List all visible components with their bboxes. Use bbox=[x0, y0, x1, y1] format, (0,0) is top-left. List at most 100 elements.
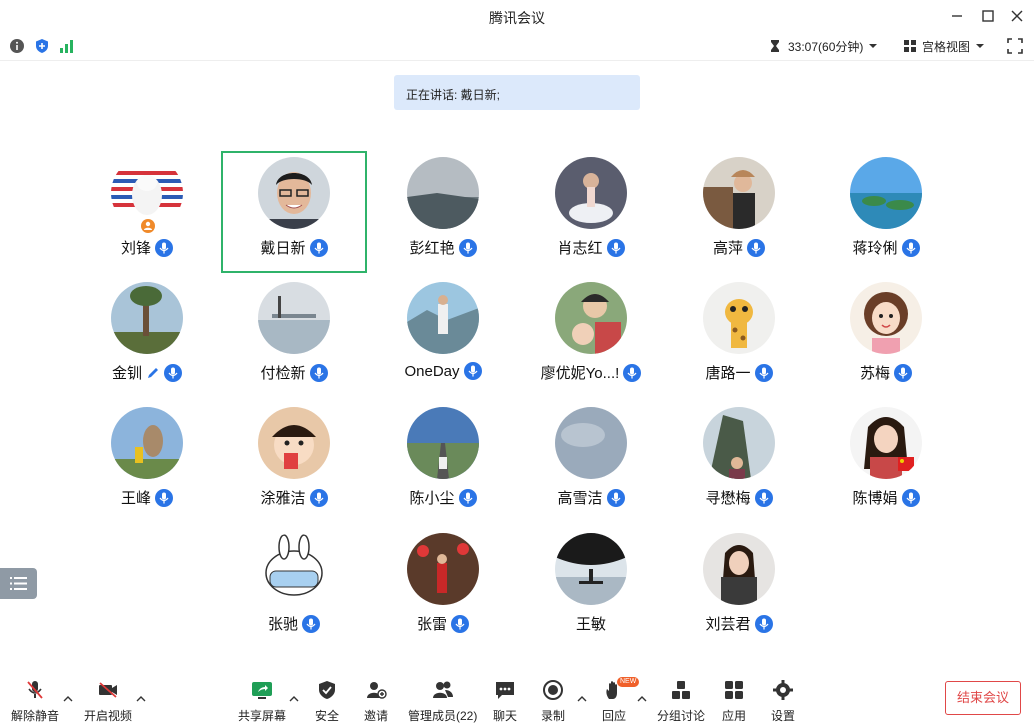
avatar bbox=[850, 282, 922, 354]
participant-tile[interactable]: 陈小尘 bbox=[370, 402, 516, 524]
chevron-up-icon[interactable] bbox=[136, 695, 146, 703]
participant-name: 张驰 bbox=[267, 616, 298, 633]
participant-tile[interactable]: 高雪洁 bbox=[518, 402, 664, 524]
participant-tile[interactable]: 付检新 bbox=[221, 277, 367, 399]
participant-tile[interactable]: 廖优妮Yo...! bbox=[518, 277, 664, 399]
participant-name: 廖优妮Yo...! bbox=[540, 365, 620, 382]
info-icon[interactable] bbox=[9, 38, 25, 54]
apps-label: 应用 bbox=[722, 709, 747, 723]
fullscreen-icon[interactable] bbox=[1007, 38, 1023, 54]
mic-muted-icon bbox=[155, 238, 173, 257]
participant-tile[interactable]: 涂雅洁 bbox=[221, 402, 367, 524]
chevron-up-icon[interactable] bbox=[637, 695, 647, 703]
record-button[interactable]: 录制 bbox=[541, 679, 565, 724]
invite-button[interactable]: 邀请 bbox=[364, 679, 388, 724]
avatar bbox=[703, 282, 775, 354]
minimize-icon[interactable] bbox=[947, 6, 967, 26]
bottom-toolbar: 解除静音 开启视频 共享屏幕 安全 邀请 管理成员(22) 聊天 录制 回应 分… bbox=[0, 671, 1034, 728]
participant-tile[interactable]: 刘芸君 bbox=[666, 528, 812, 650]
hourglass-icon bbox=[771, 40, 779, 52]
shield-icon[interactable] bbox=[34, 38, 50, 54]
breakout-icon bbox=[672, 681, 690, 699]
chevron-up-icon[interactable] bbox=[577, 695, 587, 703]
manage-members-label: 管理成员(22) bbox=[408, 709, 478, 723]
chevron-up-icon[interactable] bbox=[289, 695, 299, 703]
window-title: 腾讯会议 bbox=[489, 10, 545, 26]
mic-muted-icon bbox=[606, 238, 625, 257]
record-label: 录制 bbox=[541, 709, 566, 723]
chevron-down-icon bbox=[976, 44, 985, 48]
participant-tile[interactable]: 苏梅 bbox=[813, 277, 959, 399]
chat-button[interactable]: 聊天 bbox=[493, 679, 517, 724]
participant-tile[interactable]: 唐路一 bbox=[666, 277, 812, 399]
participant-name: 金钏 bbox=[111, 365, 142, 382]
avatar bbox=[850, 157, 922, 229]
participant-tile[interactable]: 肖志红 bbox=[518, 152, 664, 274]
avatar bbox=[258, 533, 330, 605]
participant-tile[interactable]: 蒋玲俐 bbox=[813, 152, 959, 274]
maximize-icon[interactable] bbox=[978, 6, 998, 26]
mic-muted-icon bbox=[155, 488, 173, 507]
participant-tile[interactable]: 陈博娟 bbox=[813, 402, 959, 524]
member-list-toggle[interactable] bbox=[0, 568, 37, 599]
view-mode-selector[interactable]: 宫格视图 bbox=[903, 37, 985, 55]
mic-muted-icon bbox=[458, 238, 477, 257]
participant-tile[interactable]: 金钏 bbox=[74, 277, 220, 399]
avatar bbox=[555, 407, 627, 479]
chat-icon bbox=[496, 682, 514, 699]
mic-muted-icon bbox=[747, 238, 765, 257]
chat-label: 聊天 bbox=[493, 709, 518, 723]
manage-members-button[interactable]: 管理成员(22) bbox=[408, 679, 477, 724]
avatar bbox=[703, 157, 775, 229]
participant-tile[interactable]: 刘锋 bbox=[74, 152, 220, 274]
new-badge: NEW bbox=[617, 677, 640, 687]
mic-muted-icon bbox=[894, 363, 912, 382]
title-bar: 腾讯会议 bbox=[0, 0, 1034, 32]
participant-name: 寻懋梅 bbox=[705, 490, 751, 507]
view-mode-label: 宫格视图 bbox=[922, 39, 971, 54]
chevron-up-icon[interactable] bbox=[63, 695, 73, 703]
mic-muted-icon bbox=[451, 614, 469, 633]
meeting-timer[interactable]: 33:07(60分钟) bbox=[768, 37, 878, 55]
mic-speaking-icon bbox=[309, 238, 328, 257]
participant-name: 张雷 bbox=[416, 616, 447, 633]
security-label: 安全 bbox=[315, 709, 340, 723]
avatar bbox=[258, 157, 330, 229]
participant-tile-active-speaker[interactable]: 戴日新 bbox=[221, 151, 367, 273]
participant-name: 王峰 bbox=[120, 490, 151, 507]
participant-tile[interactable]: 王敏 bbox=[518, 528, 664, 650]
end-meeting-button[interactable]: 结束会议 bbox=[945, 681, 1021, 715]
participant-tile[interactable]: OneDay bbox=[370, 277, 516, 399]
participant-name: 陈博娟 bbox=[852, 490, 898, 507]
participant-tile[interactable]: 彭红艳 bbox=[370, 152, 516, 274]
share-screen-button[interactable]: 共享屏幕 bbox=[238, 679, 286, 724]
apps-button[interactable]: 应用 bbox=[722, 679, 746, 724]
avatar bbox=[111, 407, 183, 479]
participant-tile[interactable]: 张雷 bbox=[370, 528, 516, 650]
start-video-label: 开启视频 bbox=[84, 709, 133, 723]
unmute-button[interactable]: 解除静音 bbox=[11, 679, 59, 724]
participant-tile[interactable]: 寻懋梅 bbox=[666, 402, 812, 524]
signal-icon[interactable] bbox=[59, 38, 75, 54]
participant-name: 高雪洁 bbox=[557, 490, 603, 507]
mic-muted-icon bbox=[754, 614, 773, 633]
participant-name: 苏梅 bbox=[859, 365, 890, 382]
chevron-down-icon bbox=[869, 44, 878, 48]
start-video-button[interactable]: 开启视频 bbox=[84, 679, 132, 724]
security-button[interactable]: 安全 bbox=[315, 679, 339, 724]
avatar bbox=[555, 533, 627, 605]
participant-tile[interactable]: 王峰 bbox=[74, 402, 220, 524]
participant-tile[interactable]: 张驰 bbox=[221, 528, 367, 650]
settings-button[interactable]: 设置 bbox=[771, 679, 795, 724]
share-screen-icon bbox=[252, 682, 272, 699]
mic-muted-icon bbox=[901, 488, 920, 507]
participant-name: 唐路一 bbox=[705, 365, 751, 382]
close-icon[interactable] bbox=[1007, 6, 1027, 26]
participant-name: 彭红艳 bbox=[409, 240, 455, 257]
breakout-rooms-button[interactable]: 分组讨论 bbox=[657, 679, 705, 724]
participant-tile[interactable]: 高萍 bbox=[666, 152, 812, 274]
participant-name: 涂雅洁 bbox=[260, 490, 306, 507]
grid-icon bbox=[904, 40, 916, 52]
members-icon bbox=[432, 681, 453, 698]
mic-muted-icon bbox=[458, 488, 477, 507]
